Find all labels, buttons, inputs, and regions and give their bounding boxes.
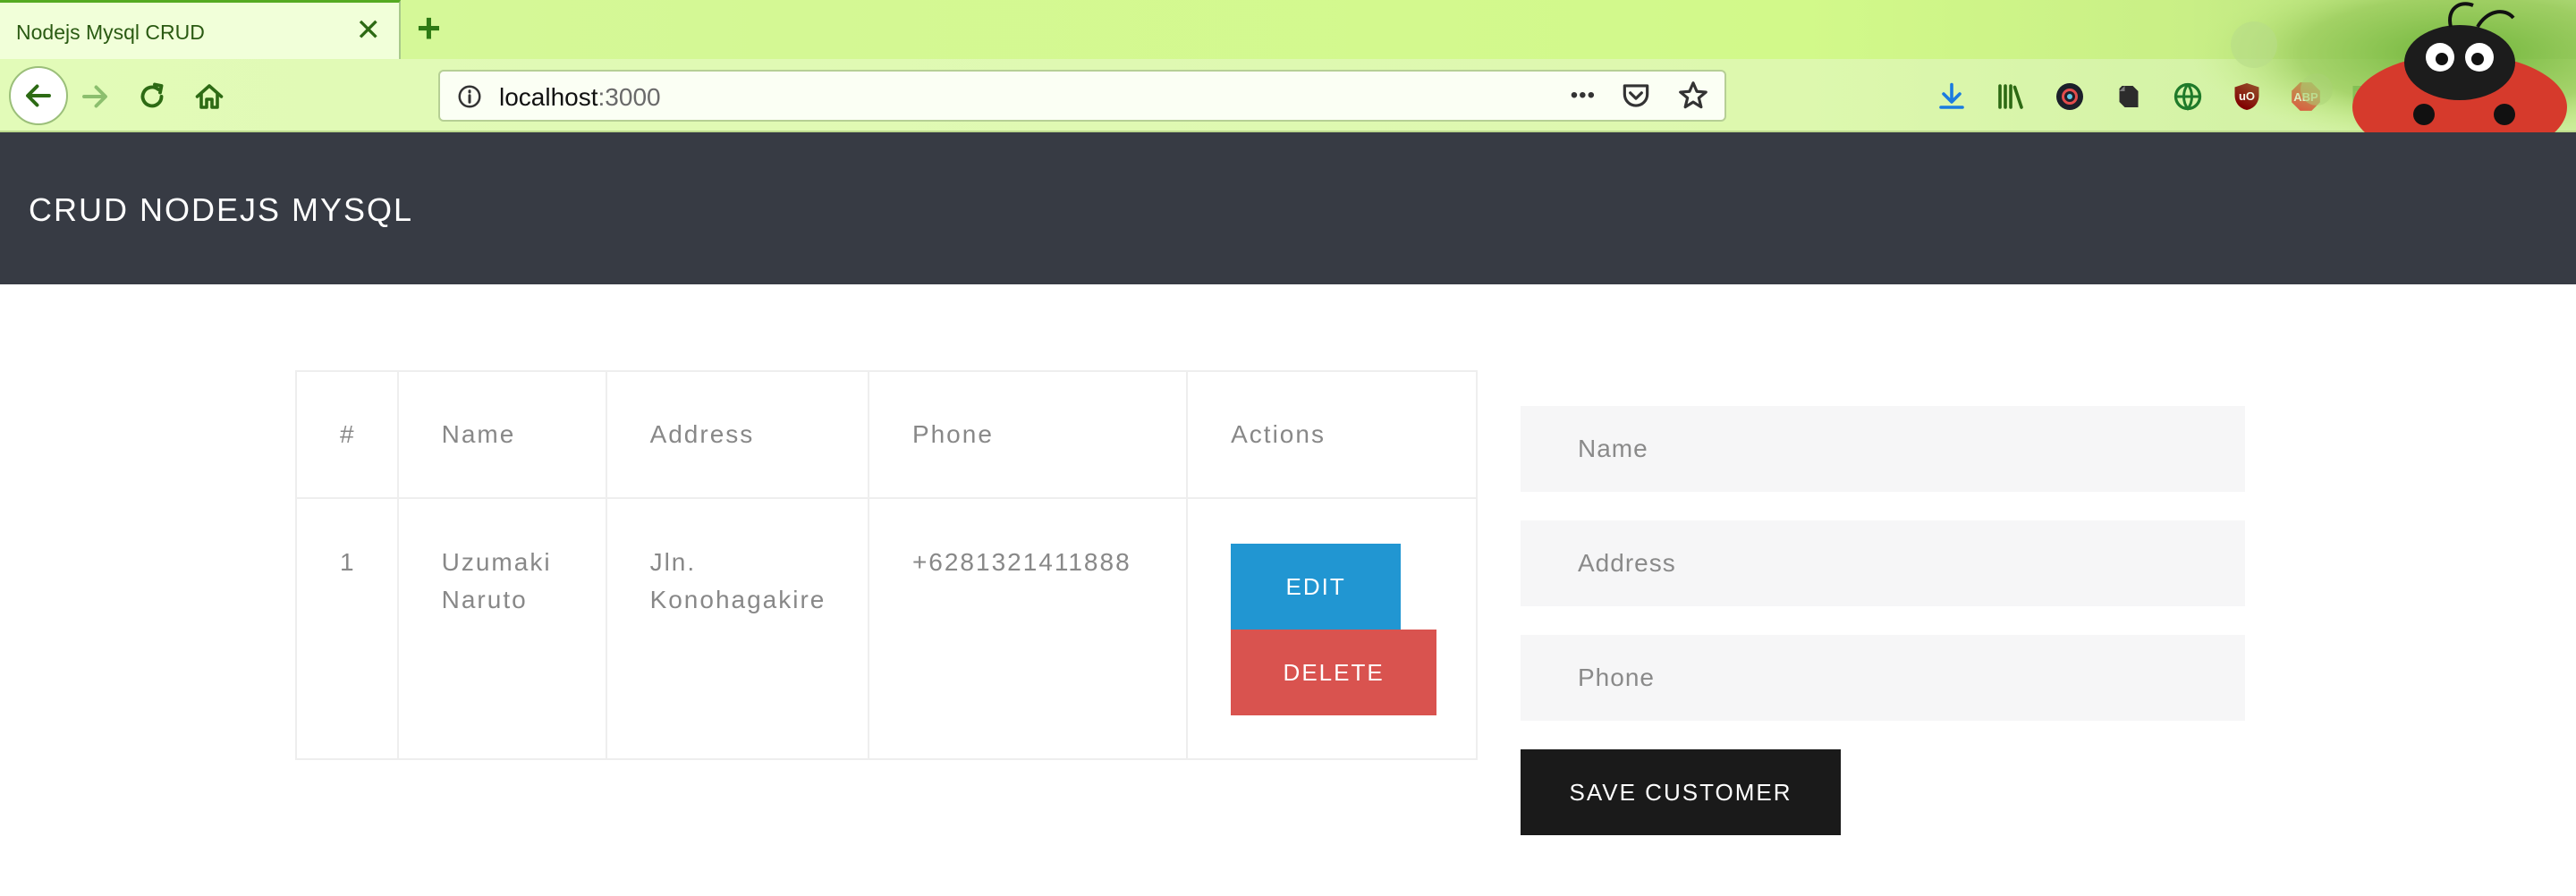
app-header: CRUD NODEJS MYSQL: [0, 132, 2576, 284]
new-tab-icon[interactable]: +: [417, 7, 441, 48]
column-header-phone: Phone: [867, 370, 1189, 499]
forward-icon: [82, 85, 107, 108]
back-icon: [26, 84, 51, 107]
phone-input[interactable]: [1521, 635, 2245, 721]
url-host: localhost: [499, 83, 598, 111]
adblock-plus-button[interactable]: ABP: [2286, 77, 2326, 116]
extension-globe[interactable]: [2168, 77, 2207, 116]
reload-button[interactable]: [125, 70, 179, 123]
bookmark-star-icon[interactable]: [1676, 79, 1710, 113]
extension-window-icon: [2352, 86, 2377, 107]
reload-icon: [140, 82, 164, 108]
column-header-address: Address: [605, 370, 869, 499]
address-input[interactable]: [1521, 520, 2245, 606]
url-port: :3000: [597, 83, 661, 111]
url-actions: •••: [1571, 79, 1710, 113]
browser-tab-bar: Nodejs Mysql CRUD ✕ +: [0, 0, 2576, 59]
library-icon: [1998, 84, 2023, 109]
name-input[interactable]: [1521, 406, 2245, 492]
downloads-button[interactable]: [1932, 77, 1971, 116]
ublock-button[interactable]: uO: [2227, 77, 2267, 116]
abp-label: ABP: [2293, 89, 2318, 104]
column-header-name: Name: [396, 370, 607, 499]
extension-dark-circle-icon: [2056, 83, 2083, 110]
app-title: CRUD NODEJS MYSQL: [29, 191, 414, 228]
save-customer-button[interactable]: SAVE CUSTOMER: [1521, 749, 1841, 835]
tab-title: Nodejs Mysql CRUD: [16, 21, 205, 44]
forward-button[interactable]: [68, 70, 122, 123]
cell-number: 1: [295, 497, 399, 760]
info-icon[interactable]: [456, 83, 483, 110]
menu-icon: [2524, 84, 2553, 106]
cell-address: Jln. Konohagakire: [605, 497, 869, 760]
toolbar-extensions: uO ABP: [1932, 70, 2503, 123]
library-button[interactable]: [1991, 77, 2030, 116]
customers-table: # Name Address Phone Actions 1 Uzumaki N…: [295, 370, 1478, 760]
cell-phone: +6281321411888: [867, 497, 1189, 760]
ublock-label: uO: [2238, 89, 2256, 103]
cell-name: Uzumaki Naruto: [396, 497, 607, 760]
column-header-number: #: [295, 370, 399, 499]
page-actions-icon[interactable]: •••: [1571, 83, 1596, 108]
pocket-icon[interactable]: [1619, 79, 1653, 113]
browser-tab[interactable]: Nodejs Mysql CRUD ✕: [0, 0, 401, 59]
duckduckgo-button[interactable]: [2463, 77, 2503, 116]
save-icon: [2413, 86, 2435, 107]
table-row: 1 Uzumaki Naruto Jln. Konohagakire +6281…: [295, 497, 1478, 760]
evernote-icon: [2119, 86, 2139, 107]
evernote-button[interactable]: [2109, 77, 2148, 116]
browser-nav-bar: localhost:3000 ••• uO ABP: [0, 59, 2576, 132]
tab-close-icon[interactable]: ✕: [356, 15, 382, 46]
save-button-ext[interactable]: [2404, 77, 2444, 116]
edit-button[interactable]: EDIT: [1231, 544, 1402, 630]
download-icon: [1939, 82, 1964, 109]
menu-button[interactable]: [2521, 77, 2560, 116]
home-button[interactable]: [182, 70, 236, 123]
delete-button[interactable]: DELETE: [1231, 630, 1437, 715]
back-button[interactable]: [9, 66, 68, 125]
url-text[interactable]: localhost:3000: [499, 83, 661, 112]
address-bar[interactable]: localhost:3000 •••: [438, 70, 1726, 122]
column-header-actions: Actions: [1186, 370, 1478, 499]
duckduckgo-icon: [2470, 83, 2496, 110]
extension-window[interactable]: [2345, 77, 2385, 116]
extension-dark-circle[interactable]: [2050, 77, 2089, 116]
cell-actions: EDIT DELETE: [1186, 497, 1478, 760]
home-icon: [195, 84, 224, 109]
table-header-row: # Name Address Phone Actions: [295, 370, 1478, 499]
extension-globe-icon: [2174, 82, 2202, 111]
